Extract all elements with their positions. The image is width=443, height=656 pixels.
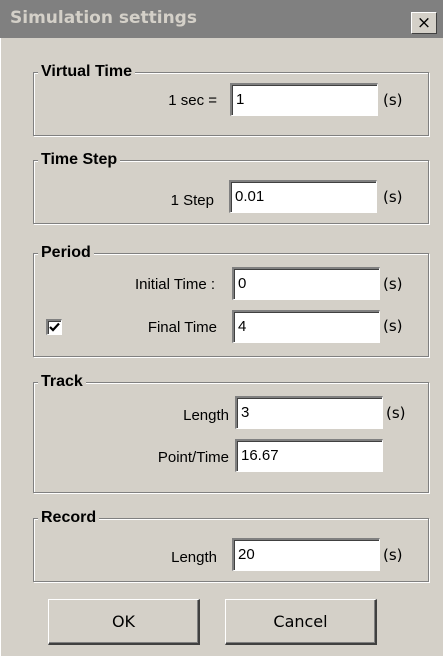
track-legend: Track — [38, 372, 86, 392]
window-title: Simulation settings — [10, 8, 197, 28]
close-button[interactable]: × — [411, 12, 437, 34]
checkmark-icon — [49, 322, 60, 332]
track-length-label: Length — [183, 407, 229, 424]
cancel-button[interactable]: Cancel — [225, 599, 377, 645]
virtual-time-input[interactable]: 1 — [230, 83, 378, 116]
virtual-time-legend: Virtual Time — [38, 62, 135, 82]
time-step-label: 1 Step — [170, 192, 214, 209]
final-time-label: Final Time — [147, 319, 217, 336]
record-length-label: Length — [171, 549, 217, 566]
virtual-time-label: 1 sec = — [168, 92, 217, 109]
record-length-input[interactable]: 20 — [232, 538, 380, 571]
initial-time-input[interactable]: 0 — [232, 267, 380, 300]
track-length-unit: (s) — [386, 404, 406, 422]
window-border — [0, 38, 1, 656]
final-time-unit: (s) — [383, 317, 403, 335]
final-time-checkbox[interactable] — [46, 319, 62, 335]
time-step-legend: Time Step — [38, 150, 121, 170]
time-step-input[interactable]: 0.01 — [229, 180, 377, 213]
period-legend: Period — [38, 243, 94, 263]
close-icon: × — [416, 12, 432, 33]
track-length-input[interactable]: 3 — [235, 396, 383, 429]
ok-button[interactable]: OK — [48, 599, 200, 645]
record-length-unit: (s) — [383, 546, 403, 564]
time-step-unit: (s) — [383, 188, 403, 206]
title-bar[interactable]: Simulation settings × — [0, 0, 443, 38]
point-time-label: Point/Time — [157, 449, 229, 466]
virtual-time-unit: (s) — [383, 91, 403, 109]
point-time-input[interactable]: 16.67 — [235, 439, 383, 472]
record-legend: Record — [38, 508, 100, 528]
initial-time-unit: (s) — [383, 275, 403, 293]
initial-time-label: Initial Time : — [134, 276, 215, 293]
final-time-input[interactable]: 4 — [232, 310, 380, 343]
